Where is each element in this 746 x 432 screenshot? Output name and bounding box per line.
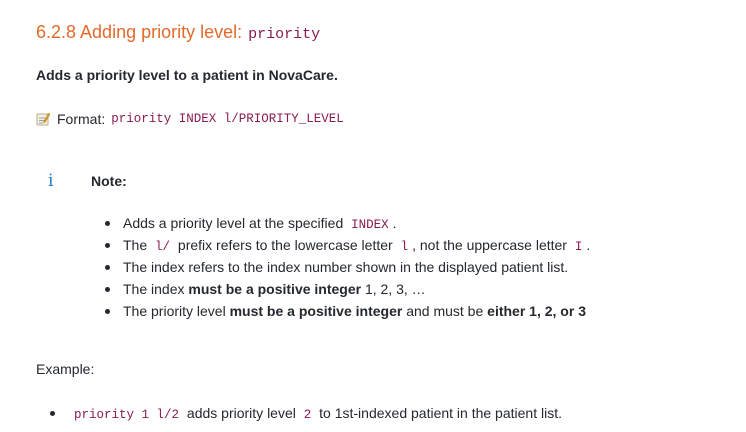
note-item: Adds a priority level at the specified I… — [105, 213, 590, 235]
note-list: Adds a priority level at the specified I… — [105, 213, 590, 323]
note-title: Note: — [91, 173, 127, 189]
format-label: Format: — [57, 111, 106, 127]
emphasis: either 1, 2, or 3 — [487, 303, 586, 319]
section-title: 6.2.8 Adding priority level: — [36, 22, 243, 42]
inline-code: l/ — [155, 240, 171, 254]
format-code: priority INDEX l/PRIORITY_LEVEL — [111, 112, 344, 126]
inline-code: INDEX — [351, 218, 389, 232]
section-description: Adds a priority level to a patient in No… — [36, 67, 338, 83]
note-item: The index refers to the index number sho… — [105, 257, 590, 279]
inline-code: l — [400, 240, 409, 254]
section-title-code: priority — [248, 26, 321, 43]
example-list: priority 1 l/2 adds priority level 2 to … — [50, 403, 562, 425]
info-icon: i — [48, 171, 54, 191]
inline-code: I — [574, 240, 583, 254]
example-item: priority 1 l/2 adds priority level 2 to … — [50, 403, 562, 425]
note-item: The priority level must be a positive in… — [105, 301, 590, 323]
emphasis: must be a positive integer — [229, 303, 403, 319]
example-command: priority 1 l/2 — [74, 408, 180, 422]
note-item: The l/ prefix refers to the lowercase le… — [105, 235, 590, 257]
note-item: The index must be a positive integer 1, … — [105, 279, 590, 301]
section-heading: 6.2.8 Adding priority level: priority — [36, 22, 320, 43]
example-label: Example: — [36, 361, 95, 377]
emphasis: must be a positive integer — [188, 281, 362, 297]
format-line: Format: priority INDEX l/PRIORITY_LEVEL — [36, 111, 344, 127]
memo-icon — [36, 112, 51, 126]
inline-code: 2 — [303, 408, 312, 422]
